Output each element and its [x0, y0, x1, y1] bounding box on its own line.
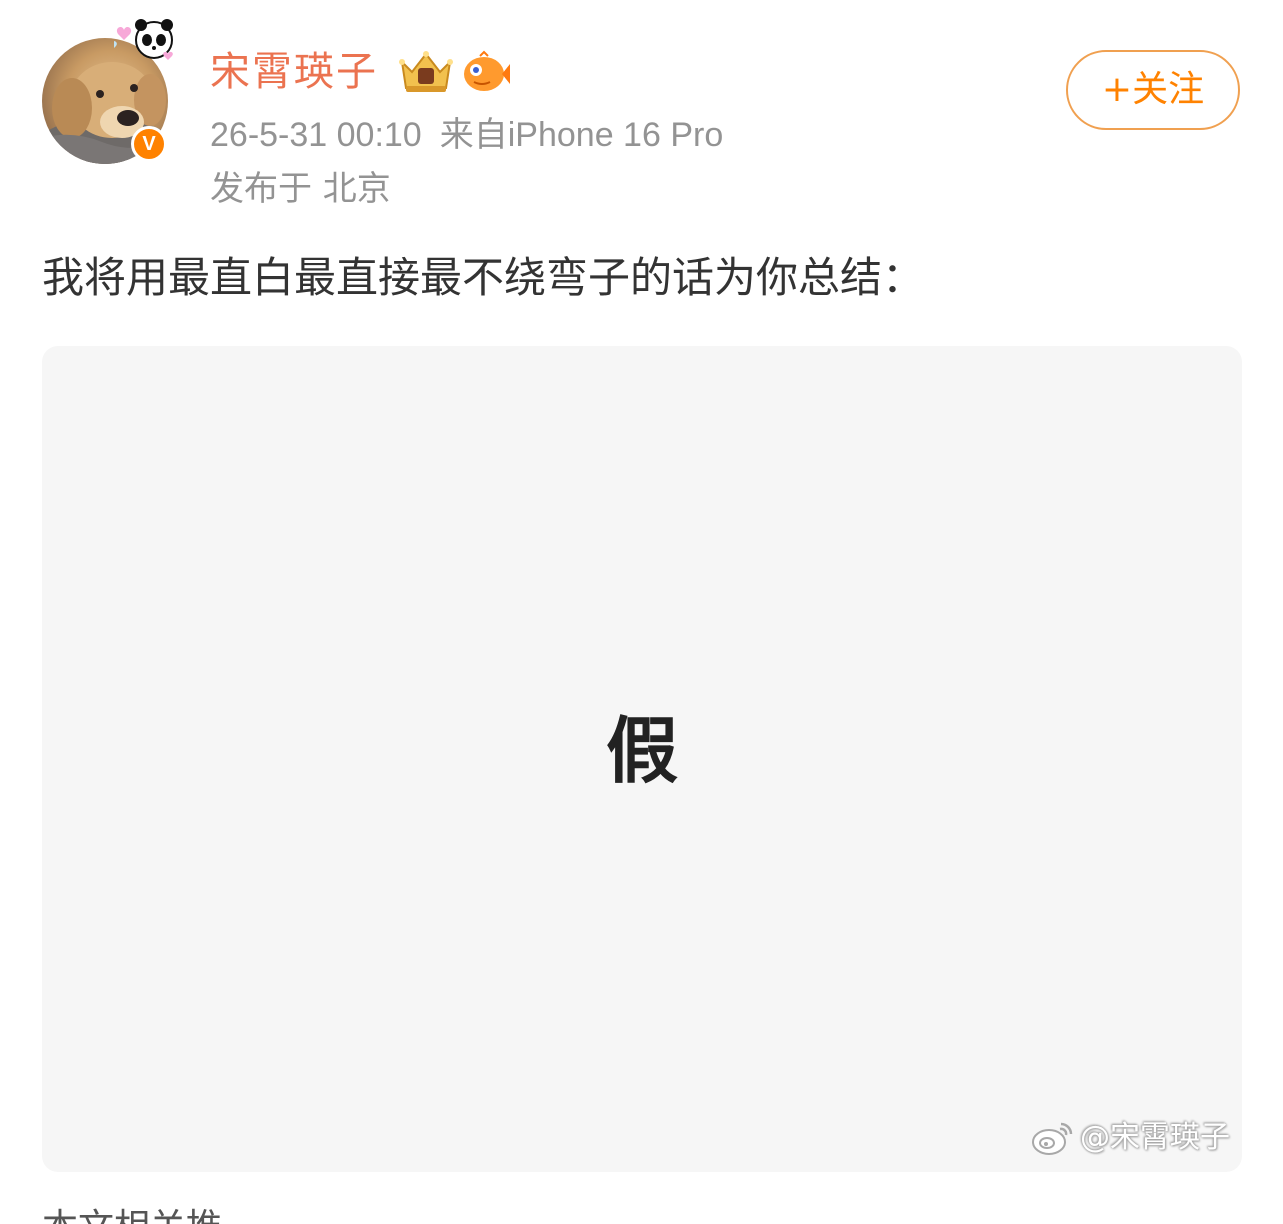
image-character: 假 — [605, 709, 678, 793]
panda-decoration-icon — [107, 16, 174, 66]
post-header: V 宋霄瑛子 26-5-31 00:10 来自iPhone 16 Pro 发布于 … — [0, 0, 1283, 220]
post-source: 来自iPhone 16 Pro — [439, 116, 724, 154]
post-location: 发布于 北京 — [210, 169, 391, 209]
image-watermark: @宋霄瑛子 — [1031, 1112, 1230, 1164]
next-section-text: 本文相关推 — [42, 1208, 222, 1224]
pufferfish-icon[interactable] — [460, 50, 510, 94]
crown-member-icon[interactable] — [396, 48, 456, 96]
verified-badge-icon: V — [131, 126, 167, 162]
post-image[interactable]: 假 @宋霄瑛子 — [42, 346, 1242, 1172]
author-name[interactable]: 宋霄瑛子 — [210, 44, 378, 100]
post-meta: 26-5-31 00:10 来自iPhone 16 Pro — [210, 112, 723, 158]
author-avatar[interactable]: V — [42, 19, 173, 164]
follow-button[interactable]: +关注 — [1066, 50, 1240, 130]
post-timestamp[interactable]: 26-5-31 00:10 — [210, 116, 422, 154]
weibo-logo-icon — [1031, 1118, 1075, 1158]
watermark-text: @宋霄瑛子 — [1080, 1120, 1230, 1155]
post-body-text: 我将用最直白最直接最不绕弯子的话为你总结： — [42, 253, 925, 302]
